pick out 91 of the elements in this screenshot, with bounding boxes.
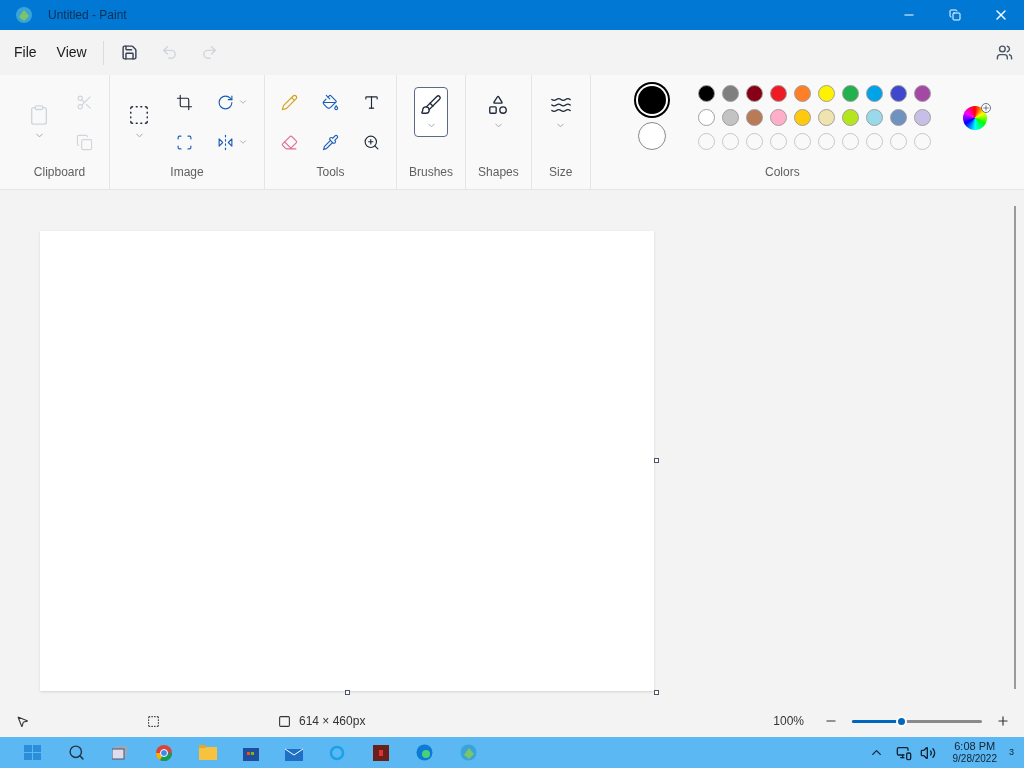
canvas-size-icon — [278, 714, 291, 728]
color-swatch[interactable] — [745, 85, 763, 102]
group-label: Image — [170, 164, 204, 181]
undo-icon — [161, 44, 179, 61]
brush-tool-button[interactable] — [414, 87, 448, 137]
menu-item[interactable]: View — [46, 36, 97, 69]
color-swatch[interactable] — [793, 109, 811, 126]
color-swatch[interactable] — [865, 85, 883, 102]
color-swatch[interactable] — [865, 109, 883, 126]
paint-bucket-icon — [322, 93, 339, 111]
crop-icon — [176, 93, 193, 111]
color-swatch[interactable] — [769, 109, 787, 126]
selection-icon — [128, 103, 150, 126]
save-icon — [121, 44, 139, 61]
color-swatch[interactable] — [913, 85, 931, 102]
color-swatch[interactable] — [769, 85, 787, 102]
group-label: Size — [549, 164, 573, 181]
zoom-in-button[interactable] — [996, 714, 1010, 728]
empty-color-slot[interactable] — [865, 133, 883, 150]
color-swatch[interactable] — [721, 109, 739, 126]
empty-color-slot[interactable] — [769, 133, 787, 150]
color-swatch[interactable] — [745, 109, 763, 126]
scrollbar[interactable] — [1014, 206, 1016, 689]
magnifier-icon — [363, 133, 380, 151]
resize-handle[interactable] — [654, 458, 659, 463]
eraser-icon — [281, 133, 298, 151]
caret-icon — [238, 137, 248, 147]
zoom-level-text: 100% — [773, 713, 804, 730]
resize-handle[interactable] — [345, 690, 350, 695]
empty-color-slot[interactable] — [697, 133, 715, 150]
restore-icon — [949, 9, 961, 21]
windows-start-icon[interactable] — [24, 744, 42, 761]
notification-count: 3 — [1009, 745, 1014, 759]
empty-color-slot[interactable] — [745, 133, 763, 150]
volume-icon[interactable] — [920, 744, 937, 761]
empty-color-slot[interactable] — [913, 133, 931, 150]
color-swatch[interactable] — [889, 85, 907, 102]
group-label: Tools — [316, 164, 345, 181]
copy-icon — [76, 133, 93, 151]
color-swatch[interactable] — [841, 109, 859, 126]
group-label: Colors — [765, 164, 800, 181]
clock-time: 6:08 PM — [954, 741, 996, 752]
empty-color-slot[interactable] — [889, 133, 907, 150]
group-label: Clipboard — [33, 164, 86, 181]
brush-icon — [420, 93, 442, 116]
paint-app-icon — [15, 6, 33, 24]
empty-color-slot[interactable] — [817, 133, 835, 150]
color-swatch[interactable] — [817, 85, 835, 102]
pencil-icon — [281, 93, 298, 111]
browser-icon[interactable] — [156, 744, 172, 761]
edge-browser-icon[interactable] — [416, 744, 433, 761]
network-icon[interactable] — [896, 744, 913, 761]
scissors-icon — [76, 93, 93, 111]
color-swatch[interactable] — [913, 109, 931, 126]
plus-icon — [980, 102, 991, 113]
flip-icon — [217, 133, 234, 151]
search-icon[interactable] — [68, 744, 85, 761]
text-icon — [363, 93, 380, 111]
canvas-size-text: 614 × 460px — [299, 713, 366, 730]
clock-date: 9/28/2022 — [952, 754, 997, 764]
secondary-color-button[interactable] — [637, 121, 666, 150]
task-view-icon[interactable] — [112, 745, 128, 760]
cursor-position-icon — [16, 714, 29, 728]
shapes-icon — [487, 93, 510, 116]
plus-icon — [996, 714, 1010, 728]
color-picker-icon — [322, 133, 339, 151]
color-swatch[interactable] — [817, 109, 835, 126]
caret-icon — [238, 97, 248, 107]
color-swatch[interactable] — [841, 85, 859, 102]
empty-color-slot[interactable] — [793, 133, 811, 150]
group-label: Brushes — [409, 164, 454, 181]
zoom-slider-thumb[interactable] — [896, 715, 908, 727]
color-swatch[interactable] — [889, 109, 907, 126]
paste-icon — [28, 103, 50, 126]
selection-size-icon — [147, 714, 160, 728]
people-icon — [995, 44, 1013, 61]
menu-item[interactable]: File — [4, 36, 47, 69]
color-swatch[interactable] — [697, 109, 715, 126]
empty-color-slot[interactable] — [841, 133, 859, 150]
rotate-icon — [217, 93, 234, 111]
resize-handle[interactable] — [654, 690, 659, 695]
color-swatch[interactable] — [793, 85, 811, 102]
empty-color-slot[interactable] — [721, 133, 739, 150]
color-swatch[interactable] — [721, 85, 739, 102]
window-title: Untitled - Paint — [48, 7, 127, 24]
redo-icon — [201, 44, 219, 61]
app-icon[interactable] — [373, 744, 389, 761]
resize-icon — [176, 133, 193, 151]
primary-color-button[interactable] — [637, 85, 666, 114]
color-swatch[interactable] — [697, 85, 715, 102]
group-label: Shapes — [478, 164, 519, 181]
